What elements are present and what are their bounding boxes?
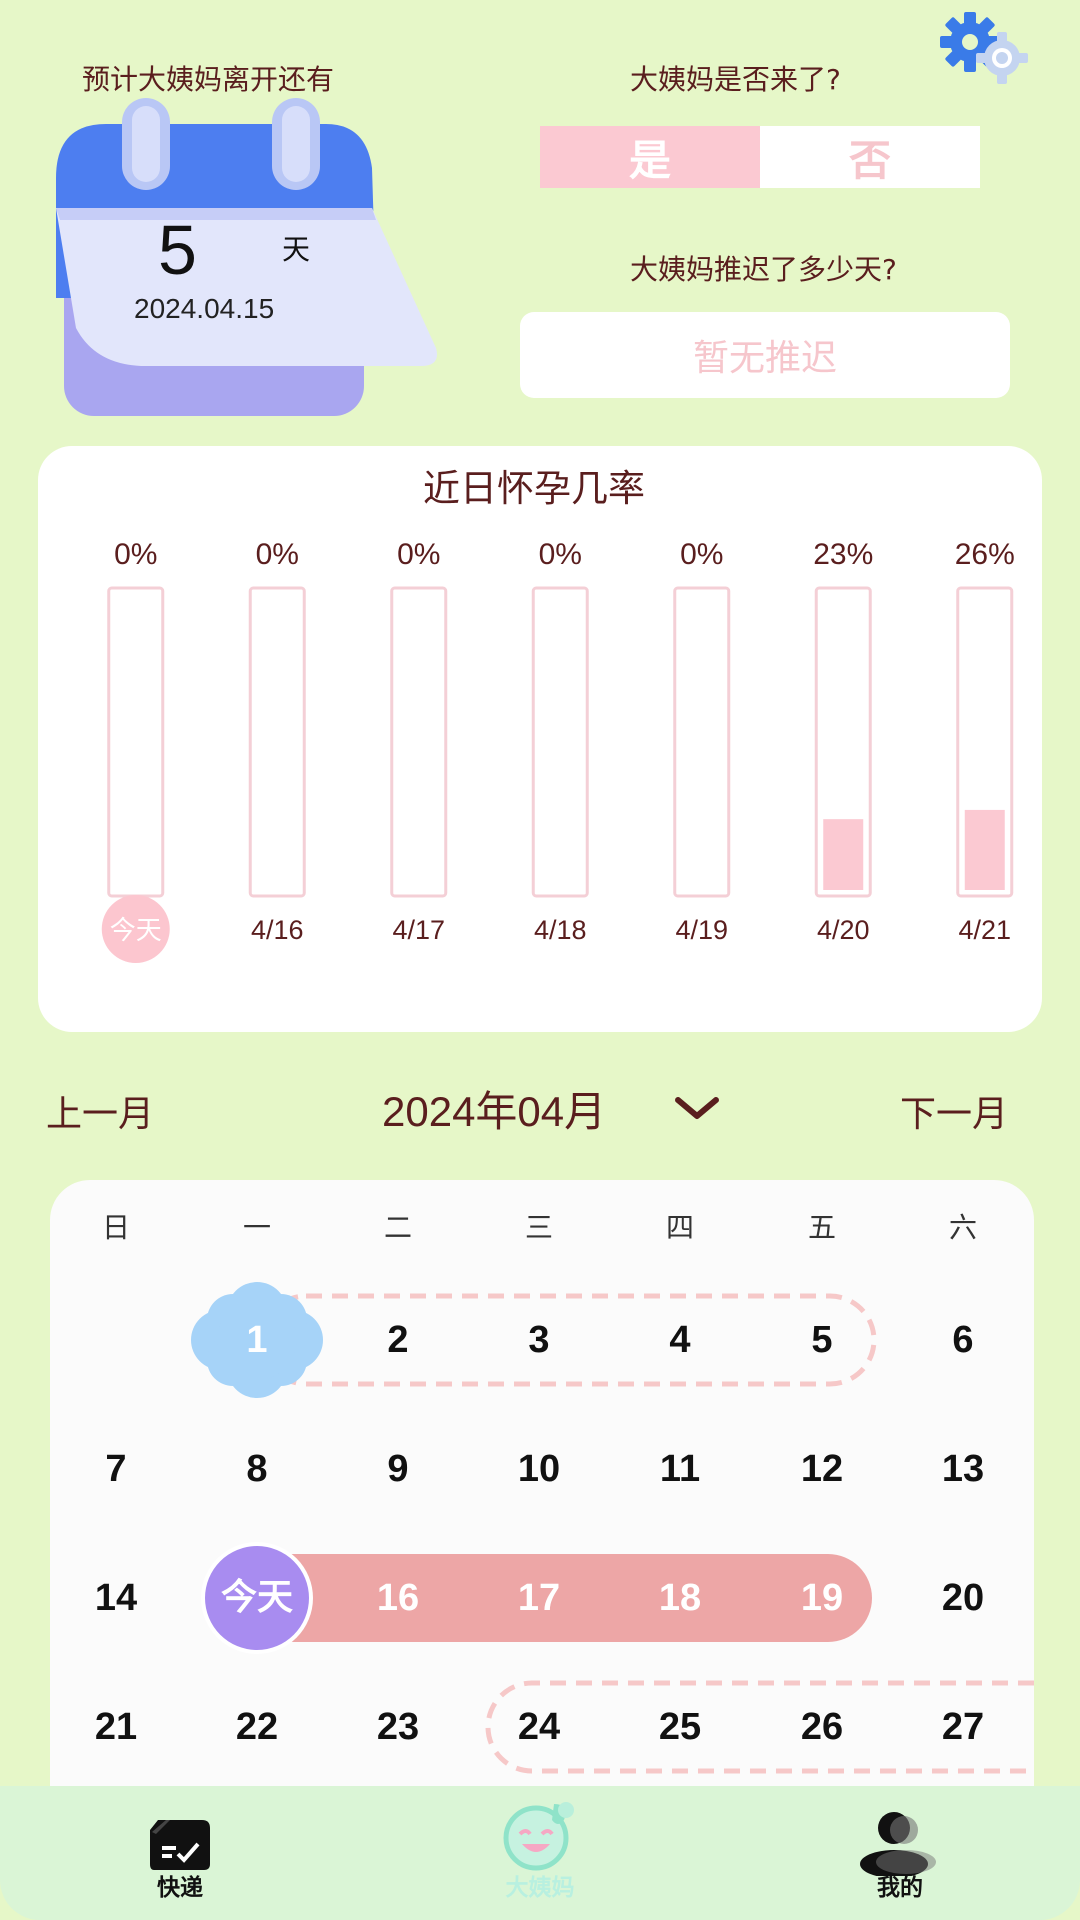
weekday-label: 一: [242, 1211, 271, 1244]
nav-period[interactable]: 大姨妈: [460, 1786, 620, 1920]
calendar-day[interactable]: 17: [489, 1568, 589, 1628]
bottom-nav: 快递 大姨妈 我的: [0, 1786, 1080, 1920]
calendar-day[interactable]: 6: [913, 1310, 1013, 1370]
nav-express[interactable]: 快递: [100, 1786, 260, 1920]
calendar-decorations: [191, 1282, 1034, 1774]
calendar-day[interactable]: 27: [913, 1697, 1013, 1757]
calendar-day[interactable]: 3: [489, 1310, 589, 1370]
weekday-label: 二: [383, 1211, 412, 1244]
calendar-day[interactable]: 19: [772, 1568, 872, 1628]
nav-express-label: 快递: [157, 1875, 203, 1901]
calendar-day[interactable]: 23: [348, 1697, 448, 1757]
calendar-day-today[interactable]: 今天: [207, 1568, 307, 1628]
calendar-day[interactable]: 11: [630, 1439, 730, 1499]
calendar-day[interactable]: 24: [489, 1697, 589, 1757]
calendar-day[interactable]: 2: [348, 1310, 448, 1370]
calendar-day[interactable]: 26: [772, 1697, 872, 1757]
calendar-day[interactable]: 18: [630, 1568, 730, 1628]
smiley-face-icon: [503, 1802, 574, 1871]
calendar-day[interactable]: 22: [207, 1697, 307, 1757]
weekday-label: 日: [101, 1211, 130, 1244]
nav-mine[interactable]: 我的: [820, 1786, 980, 1920]
calendar-day[interactable]: 4: [630, 1310, 730, 1370]
calendar-day[interactable]: 21: [66, 1697, 166, 1757]
calendar-day[interactable]: 12: [772, 1439, 872, 1499]
calendar-day[interactable]: 14: [66, 1568, 166, 1628]
package-check-icon: [150, 1820, 210, 1870]
weekday-label: 五: [807, 1211, 836, 1244]
calendar-day[interactable]: 25: [630, 1697, 730, 1757]
weekday-label: 三: [524, 1211, 553, 1244]
calendar-day[interactable]: 8: [207, 1439, 307, 1499]
user-silhouette-icon: [860, 1812, 936, 1876]
calendar-day[interactable]: 13: [913, 1439, 1013, 1499]
calendar-day[interactable]: 16: [348, 1568, 448, 1628]
calendar-day[interactable]: 20: [913, 1568, 1013, 1628]
calendar-day[interactable]: 9: [348, 1439, 448, 1499]
weekday-label: 四: [665, 1211, 694, 1244]
calendar-day[interactable]: 7: [66, 1439, 166, 1499]
nav-period-label: 大姨妈: [505, 1875, 575, 1901]
weekday-label: 六: [948, 1211, 977, 1244]
calendar-day[interactable]: 5: [772, 1310, 872, 1370]
calendar-day[interactable]: 1: [207, 1310, 307, 1370]
calendar-day[interactable]: 10: [489, 1439, 589, 1499]
nav-mine-label: 我的: [877, 1875, 923, 1901]
app-screen: 预计大姨妈离开还有 5 天 2024.04.15 大姨妈是否来了? 是 否 大姨…: [0, 0, 1080, 1920]
